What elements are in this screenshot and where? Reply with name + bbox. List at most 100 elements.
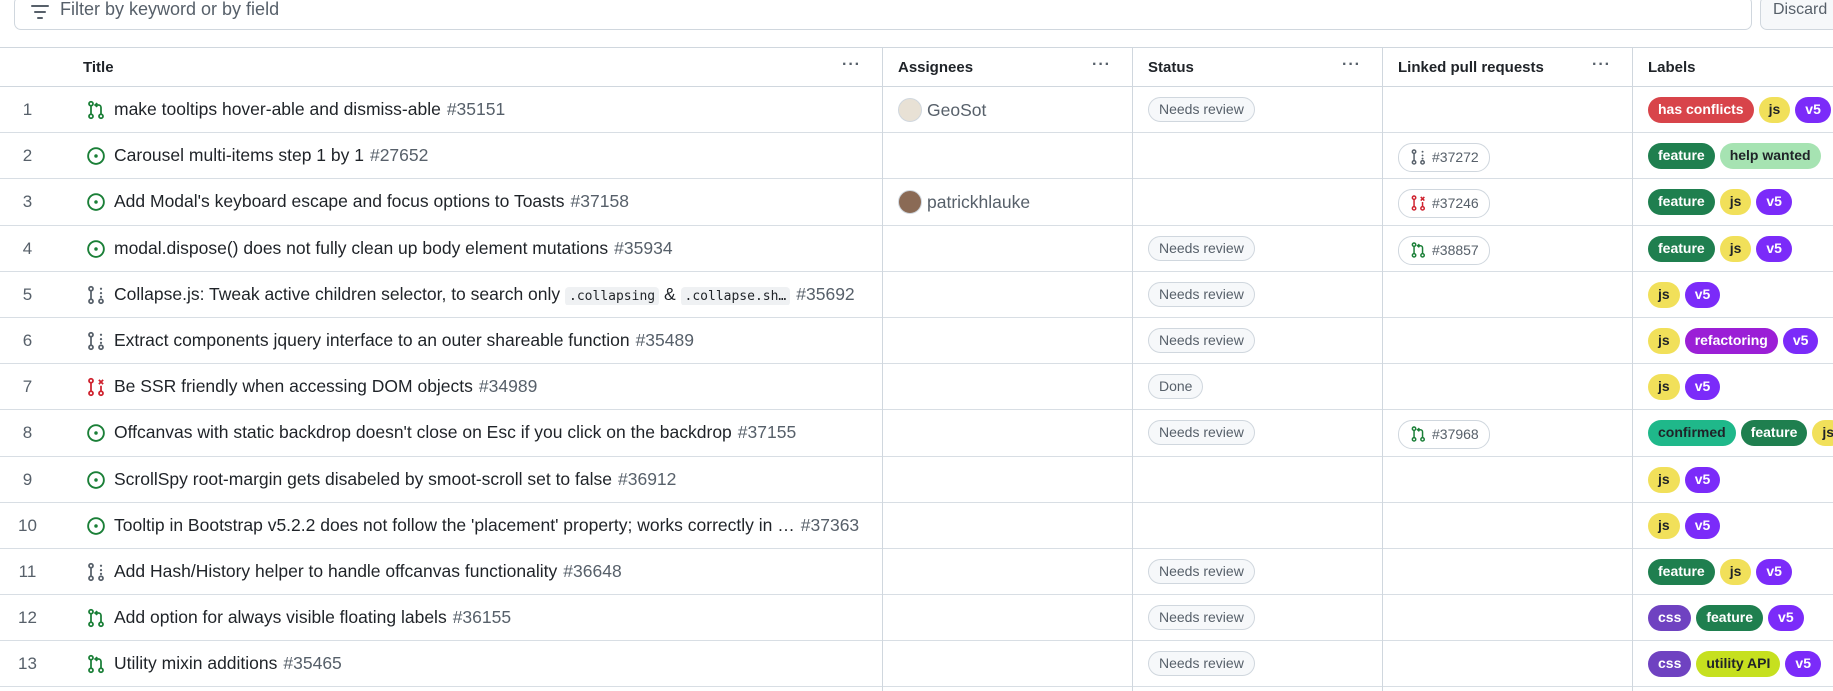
item-title-link[interactable]: make tooltips hover-able and dismiss-abl… [114, 99, 870, 120]
table-row[interactable]: 3 Add Modal's keyboard escape and focus … [0, 179, 1833, 226]
linked-pr-token[interactable]: #38857 [1398, 235, 1490, 265]
label-badge[interactable]: feature [1648, 143, 1715, 170]
item-title-link[interactable]: modal.dispose() does not fully clean up … [114, 238, 870, 259]
label-badge[interactable]: feature [1696, 605, 1764, 632]
assignee[interactable]: GeoSot [898, 98, 986, 122]
issue-open-icon [86, 146, 106, 166]
column-menu-icon[interactable]: ··· [1092, 56, 1111, 74]
labels-cell: css feature v5 [1648, 605, 1804, 632]
column-header-linked[interactable]: Linked pull requests ··· [1383, 48, 1633, 86]
label-badge[interactable]: v5 [1782, 327, 1819, 354]
label-badge[interactable]: js [1648, 281, 1680, 308]
label-badge[interactable]: js [1648, 327, 1680, 354]
linked-pr-token[interactable]: #37272 [1398, 143, 1490, 173]
table-row[interactable]: 11 Add Hash/History helper to handle off… [0, 549, 1833, 596]
label-badge[interactable]: feature [1648, 189, 1715, 216]
label-badge[interactable]: js [1812, 420, 1833, 447]
label-badge[interactable]: js [1648, 466, 1680, 493]
label-badge[interactable]: v5 [1756, 558, 1792, 585]
label-badge[interactable]: js [1719, 189, 1752, 216]
issue-number: #35465 [283, 653, 342, 674]
item-title-link[interactable]: Tooltip in Bootstrap v5.2.2 does not fol… [114, 515, 870, 536]
label-badge[interactable]: js [1648, 374, 1680, 401]
filter-placeholder: Filter by keyword or by field [60, 0, 280, 19]
label-badge[interactable]: v5 [1684, 281, 1721, 308]
column-menu-icon[interactable]: ··· [1592, 56, 1611, 74]
title-text: Offcanvas with static backdrop doesn't c… [114, 422, 732, 443]
table-row[interactable]: 5 Collapse.js: Tweak active children sel… [0, 272, 1833, 318]
label-badge[interactable]: v5 [1756, 189, 1792, 216]
label-badge[interactable]: js [1648, 512, 1680, 539]
table-row[interactable]: 13 Utility mixin additions #35465 Needs re… [0, 641, 1833, 688]
label-badge[interactable]: feature [1740, 420, 1808, 447]
label-badge[interactable]: v5 [1795, 97, 1831, 123]
status-badge[interactable]: Needs review [1148, 651, 1255, 677]
label-badge[interactable]: utility API [1696, 651, 1781, 678]
table-row[interactable]: 7 Be SSR friendly when accessing DOM obj… [0, 364, 1833, 411]
item-title-link[interactable]: ScrollSpy root-margin gets disabeled by … [114, 469, 870, 490]
table-row[interactable]: 4 modal.dispose() does not fully clean u… [0, 226, 1833, 272]
item-title-link[interactable]: Collapse.js: Tweak active children selec… [114, 284, 870, 305]
item-title-link[interactable]: Add option for always visible floating l… [114, 607, 870, 628]
label-badge[interactable]: v5 [1684, 512, 1721, 539]
row-number: 6 [22, 330, 33, 350]
column-menu-icon[interactable]: ··· [1342, 56, 1361, 74]
status-badge[interactable]: Needs review [1148, 327, 1255, 353]
row-number: 11 [18, 561, 37, 581]
column-header-labels[interactable]: Labels [1633, 48, 1833, 86]
column-menu-icon[interactable]: ··· [842, 56, 861, 74]
status-badge[interactable]: Done [1148, 374, 1204, 400]
pull-request-open-icon [86, 608, 106, 628]
item-title-link[interactable]: Add Modal's keyboard escape and focus op… [114, 191, 870, 212]
status-badge[interactable]: Needs review [1148, 605, 1255, 631]
linked-pr-token[interactable]: #37246 [1398, 189, 1490, 219]
item-title-link[interactable]: Add Hash/History helper to handle offcan… [114, 561, 870, 582]
label-badge[interactable]: has conflicts [1648, 97, 1754, 123]
status-badge[interactable]: Needs review [1148, 558, 1255, 584]
label-badge[interactable]: confirmed [1648, 420, 1736, 447]
discard-button[interactable]: Discard [1760, 0, 1833, 30]
label-badge[interactable]: v5 [1684, 466, 1721, 493]
label-badge[interactable]: v5 [1684, 374, 1721, 401]
item-title-link[interactable]: Carousel multi-items step 1 by 1 #27652 [114, 145, 870, 166]
label-badge[interactable]: css [1648, 651, 1692, 678]
label-badge[interactable]: v5 [1756, 235, 1792, 262]
column-header-title[interactable]: Title ··· [68, 48, 883, 86]
table-row[interactable]: 10 Tooltip in Bootstrap v5.2.2 does not … [0, 503, 1833, 549]
item-title-link[interactable]: Extract components jquery interface to a… [114, 330, 870, 351]
label-badge[interactable]: refactoring [1684, 327, 1778, 354]
label-badge[interactable]: help wanted [1719, 143, 1821, 170]
label-badge[interactable]: js [1719, 235, 1752, 262]
label-badge[interactable]: css [1648, 605, 1692, 632]
column-header-assignees[interactable]: Assignees ··· [883, 48, 1133, 86]
status-badge[interactable]: Needs review [1148, 281, 1255, 307]
label-badge[interactable]: feature [1648, 558, 1715, 585]
table-row[interactable]: 8 Offcanvas with static backdrop doesn't… [0, 410, 1833, 457]
label-badge[interactable]: v5 [1785, 651, 1821, 678]
status-badge[interactable]: Needs review [1148, 97, 1255, 122]
filter-input[interactable]: Filter by keyword or by field [14, 0, 1752, 30]
table-row[interactable]: 12 Add option for always visible floatin… [0, 595, 1833, 642]
pull-request-closed-icon [86, 377, 106, 397]
labels-cell: js refactoring v5 [1648, 327, 1819, 354]
linked-pr-number: #38857 [1432, 241, 1479, 258]
table-row[interactable]: 9 ScrollSpy root-margin gets disabeled b… [0, 457, 1833, 503]
label-badge[interactable]: v5 [1768, 605, 1804, 632]
column-header-status[interactable]: Status ··· [1133, 48, 1383, 86]
assignee[interactable]: patrickhlauke [898, 190, 1030, 215]
table-row[interactable]: 1 make tooltips hover-able and dismiss-a… [0, 87, 1833, 134]
item-title-link[interactable]: Utility mixin additions #35465 [114, 653, 870, 674]
table-row[interactable]: 2 Carousel multi-items step 1 by 1 #27652… [0, 133, 1833, 180]
label-badge[interactable]: feature [1648, 235, 1715, 262]
labels-cell: feature help wanted [1648, 143, 1821, 170]
label-badge[interactable]: js [1758, 97, 1791, 123]
linked-pr-token[interactable]: #37968 [1398, 420, 1490, 450]
status-badge[interactable]: Needs review [1148, 420, 1255, 446]
avatar [898, 98, 922, 122]
table-row[interactable]: 6 Extract components jquery interface to… [0, 318, 1833, 365]
label-badge[interactable]: js [1719, 558, 1752, 585]
status-badge[interactable]: Needs review [1148, 235, 1255, 261]
filter-bar: Filter by keyword or by field Discard [0, 0, 1833, 46]
item-title-link[interactable]: Be SSR friendly when accessing DOM objec… [114, 376, 870, 397]
item-title-link[interactable]: Offcanvas with static backdrop doesn't c… [114, 422, 870, 443]
